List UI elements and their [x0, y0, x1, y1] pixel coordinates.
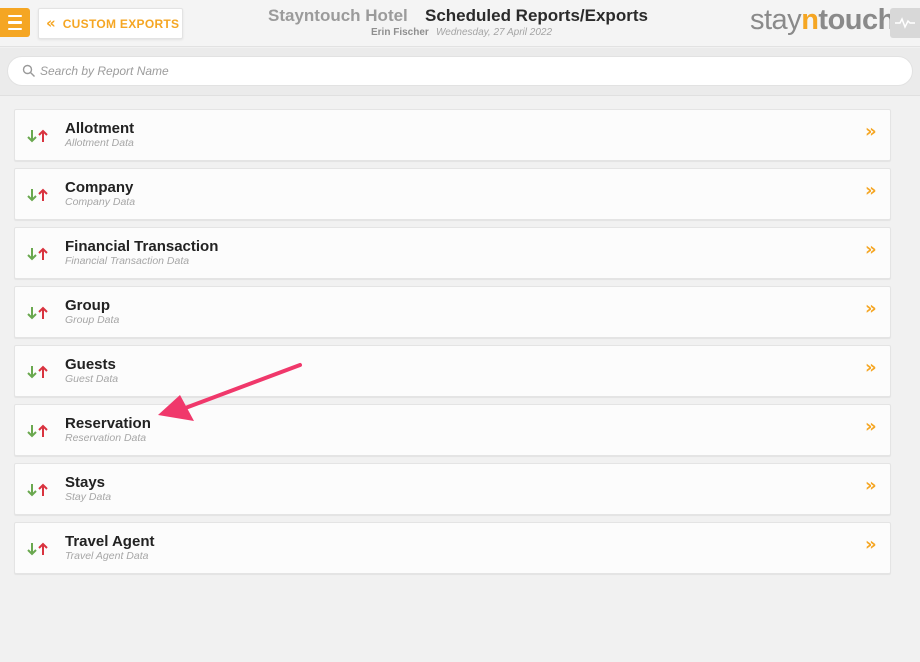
- double-chevron-right-icon[interactable]: »: [865, 536, 877, 554]
- report-title: Reservation: [65, 415, 151, 432]
- report-subtitle: Guest Data: [65, 373, 119, 385]
- double-chevron-right-icon[interactable]: »: [865, 182, 877, 200]
- report-title: Stays: [65, 474, 106, 491]
- report-row-company[interactable]: Company Company Data »: [14, 168, 891, 220]
- search-box[interactable]: [7, 56, 913, 86]
- activity-button[interactable]: [890, 8, 920, 38]
- report-subtitle: Group Data: [65, 314, 120, 326]
- search-input[interactable]: [40, 64, 890, 78]
- report-title: Company: [65, 179, 134, 196]
- report-title: Guests: [65, 356, 116, 373]
- search-icon: [22, 64, 35, 77]
- double-chevron-right-icon[interactable]: »: [865, 418, 877, 436]
- business-date: Wednesday, 27 April 2022: [436, 27, 553, 38]
- top-header: « CUSTOM EXPORTS Stayntouch Hotel Schedu…: [0, 0, 920, 47]
- stayntouch-logo: stayntouch: [750, 4, 895, 37]
- sort-arrows-icon: [27, 483, 48, 497]
- activity-pulse-icon: [895, 17, 915, 29]
- double-chevron-right-icon[interactable]: »: [865, 300, 877, 318]
- double-chevron-right-icon[interactable]: »: [865, 359, 877, 377]
- report-row-allotment[interactable]: Allotment Allotment Data »: [14, 109, 891, 161]
- report-row-guests[interactable]: Guests Guest Data »: [14, 345, 891, 397]
- user-name: Erin Fischer: [371, 27, 429, 38]
- report-row-reservation[interactable]: Reservation Reservation Data »: [14, 404, 891, 456]
- sort-arrows-icon: [27, 365, 48, 379]
- report-row-financial-transaction[interactable]: Financial Transaction Financial Transact…: [14, 227, 891, 279]
- report-title: Group: [65, 297, 110, 314]
- double-chevron-right-icon[interactable]: »: [865, 123, 877, 141]
- double-chevron-left-icon: «: [46, 14, 56, 32]
- report-title: Travel Agent: [65, 533, 155, 550]
- report-subtitle: Allotment Data: [65, 137, 134, 149]
- hamburger-icon-line: [8, 14, 22, 18]
- report-row-travel-agent[interactable]: Travel Agent Travel Agent Data »: [14, 522, 891, 574]
- report-title: Allotment: [65, 120, 135, 137]
- hotel-name: Stayntouch Hotel: [268, 6, 408, 25]
- page-title: Scheduled Reports/Exports: [425, 6, 648, 25]
- sort-arrows-icon: [27, 542, 48, 556]
- search-bar: [0, 48, 920, 96]
- custom-exports-back-button[interactable]: « CUSTOM EXPORTS: [38, 8, 183, 39]
- report-subtitle: Travel Agent Data: [65, 550, 149, 562]
- sort-arrows-icon: [27, 188, 48, 202]
- back-button-label: CUSTOM EXPORTS: [62, 16, 180, 31]
- report-subtitle: Financial Transaction Data: [65, 255, 190, 267]
- hamburger-icon-line: [8, 21, 22, 24]
- annotation-arrow: [158, 363, 302, 421]
- report-subtitle: Reservation Data: [65, 432, 147, 444]
- hamburger-icon-line: [8, 27, 22, 31]
- logo-stay: stay: [750, 4, 802, 36]
- hamburger-menu-button[interactable]: [0, 8, 30, 37]
- report-subtitle: Company Data: [65, 196, 136, 208]
- logo-n: n: [801, 4, 819, 36]
- double-chevron-right-icon[interactable]: »: [865, 241, 877, 259]
- report-row-stays[interactable]: Stays Stay Data »: [14, 463, 891, 515]
- report-subtitle: Stay Data: [65, 491, 112, 503]
- double-chevron-right-icon[interactable]: »: [865, 477, 877, 495]
- report-row-group[interactable]: Group Group Data »: [14, 286, 891, 338]
- report-title: Financial Transaction: [65, 238, 219, 255]
- sort-arrows-icon: [27, 424, 48, 438]
- sort-arrows-icon: [27, 247, 48, 261]
- sort-arrows-icon: [27, 306, 48, 320]
- logo-touch: touch: [818, 4, 895, 36]
- sort-arrows-icon: [27, 129, 48, 143]
